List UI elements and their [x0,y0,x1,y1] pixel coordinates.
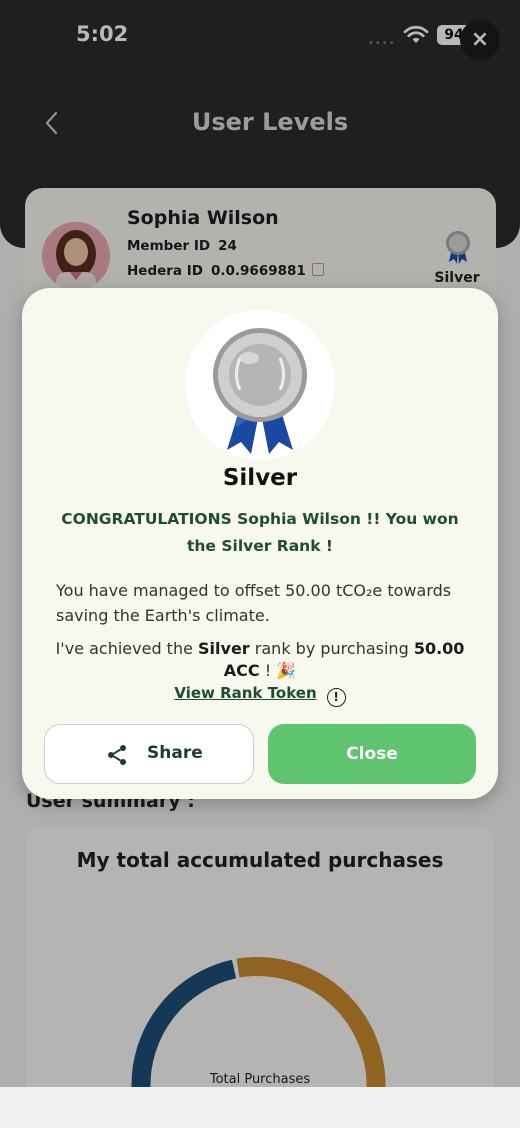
achieved-message: I've achieved the Silver rank by purchas… [52,638,468,682]
rank-title: Silver [222,465,298,491]
info-icon[interactable]: ! [326,688,346,707]
offset-message: You have managed to offset 50.00 tCO₂e t… [56,581,452,625]
share-button-label: Share [147,743,203,763]
close-button[interactable]: Close [268,724,476,784]
share-icon [108,745,126,765]
rank-modal: Silver CONGRATULATIONS Sophia Wilson !! … [22,288,498,799]
view-rank-token-link[interactable]: View Rank Token [174,684,316,702]
share-button[interactable]: Share [44,724,254,784]
achieved-suffix: ! 🎉 [259,661,297,680]
bottom-bar [0,1087,520,1128]
achieved-rank: Silver [198,639,250,658]
view-token-row: View Rank Token! [22,683,498,707]
congrats-message: CONGRATULATIONS Sophia Wilson !! You won… [61,510,459,555]
achieved-middle: rank by purchasing [249,639,414,658]
silver-medal-icon [213,328,307,454]
achieved-prefix: I've achieved the [55,639,199,658]
